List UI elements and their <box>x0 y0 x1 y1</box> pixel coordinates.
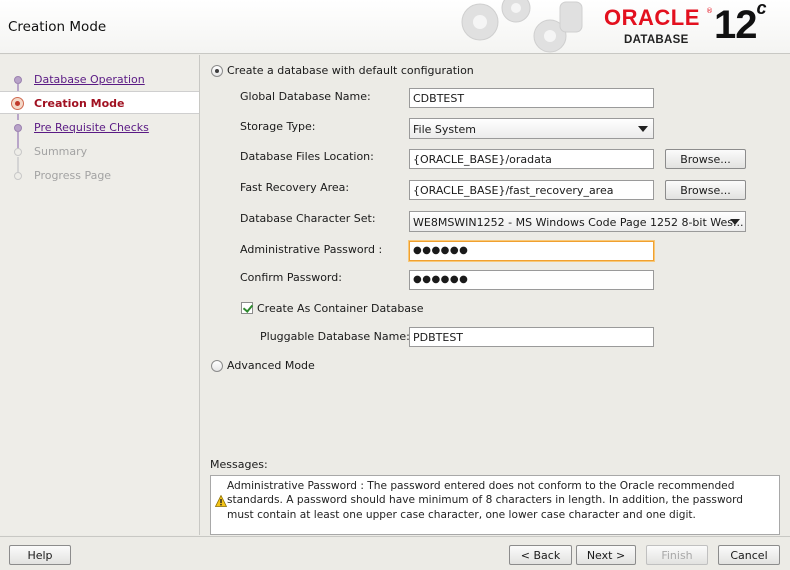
next-button[interactable]: Next > <box>576 545 636 565</box>
sidebar-item-pre-requisite-checks[interactable]: Pre Requisite Checks <box>0 116 199 139</box>
advanced-mode-label[interactable]: Advanced Mode <box>227 359 315 372</box>
storage-type-value: File System <box>413 123 476 136</box>
admin-password-label: Administrative Password : <box>240 243 383 256</box>
warning-icon <box>215 495 227 507</box>
sidebar-item-label[interactable]: Pre Requisite Checks <box>34 121 149 134</box>
footer-bar: Help < Back Next > Finish Cancel <box>0 536 790 570</box>
back-button[interactable]: < Back <box>509 545 572 565</box>
chevron-down-icon <box>638 126 648 132</box>
sidebar-item-database-operation[interactable]: Database Operation <box>0 68 199 91</box>
finish-button: Finish <box>646 545 708 565</box>
default-config-radio[interactable] <box>211 65 223 77</box>
db-files-location-label: Database Files Location: <box>240 150 374 163</box>
gears-graphic-icon <box>461 0 583 53</box>
cancel-button[interactable]: Cancel <box>718 545 780 565</box>
container-db-label[interactable]: Create As Container Database <box>257 302 424 315</box>
step-pending-icon <box>14 148 22 156</box>
pluggable-db-name-label: Pluggable Database Name: <box>260 330 410 343</box>
global-db-name-input[interactable]: CDBTEST <box>409 88 654 108</box>
messages-label: Messages: <box>210 458 268 471</box>
storage-type-label: Storage Type: <box>240 120 316 133</box>
page-title: Creation Mode <box>8 19 107 35</box>
container-db-checkbox[interactable] <box>241 302 253 314</box>
browse-recovery-area-button[interactable]: Browse... <box>665 180 746 200</box>
sidebar-item-label[interactable]: Database Operation <box>34 73 145 86</box>
confirm-password-input[interactable]: ●●●●●● <box>409 270 654 290</box>
default-config-label[interactable]: Create a database with default configura… <box>227 64 474 77</box>
sidebar-item-label: Summary <box>34 145 88 158</box>
fast-recovery-area-input[interactable]: {ORACLE_BASE}/fast_recovery_area <box>409 180 654 200</box>
fast-recovery-area-label: Fast Recovery Area: <box>240 181 350 194</box>
sidebar-item-creation-mode[interactable]: Creation Mode <box>0 91 199 114</box>
messages-panel: Administrative Password : The password e… <box>210 475 780 535</box>
global-db-name-label: Global Database Name: <box>240 90 371 103</box>
charset-value: WE8MSWIN1252 - MS Windows Code Page 1252… <box>413 216 744 229</box>
charset-label: Database Character Set: <box>240 212 376 225</box>
db-files-location-input[interactable]: {ORACLE_BASE}/oradata <box>409 149 654 169</box>
sidebar-item-summary: Summary <box>0 140 199 163</box>
step-pending-icon <box>14 172 22 180</box>
admin-password-input[interactable]: ●●●●●● <box>409 241 654 261</box>
browse-db-files-button[interactable]: Browse... <box>665 149 746 169</box>
charset-select[interactable]: WE8MSWIN1252 - MS Windows Code Page 1252… <box>409 211 746 232</box>
help-button[interactable]: Help <box>9 545 71 565</box>
current-step-icon <box>11 97 24 110</box>
advanced-mode-radio[interactable] <box>211 360 223 372</box>
main-content: Create a database with default configura… <box>201 55 790 535</box>
message-text: Administrative Password : The password e… <box>227 480 743 521</box>
chevron-down-icon <box>730 219 740 225</box>
sidebar-item-label: Progress Page <box>34 169 112 182</box>
step-done-icon <box>14 124 22 132</box>
pluggable-db-name-input[interactable]: PDBTEST <box>409 327 654 347</box>
confirm-password-label: Confirm Password: <box>240 271 342 284</box>
storage-type-select[interactable]: File System <box>409 118 654 139</box>
steps-sidebar: Database Operation Creation Mode Pre Req… <box>0 55 200 535</box>
header: Creation Mode ORACLE ® DATABASE 12c <box>0 0 790 54</box>
sidebar-item-label: Creation Mode <box>34 97 125 110</box>
step-done-icon <box>14 76 22 84</box>
sidebar-item-progress-page: Progress Page <box>0 164 199 187</box>
